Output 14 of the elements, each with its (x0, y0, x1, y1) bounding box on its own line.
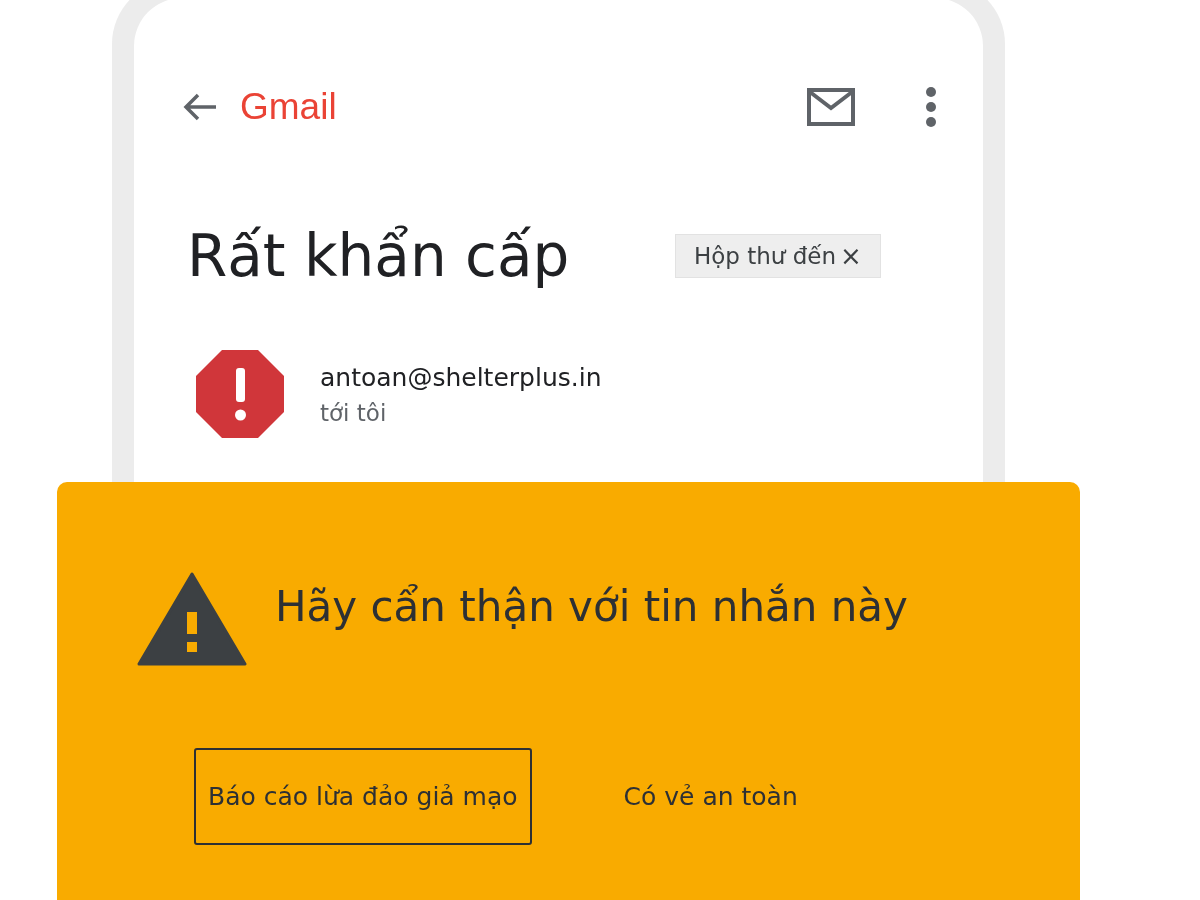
report-button[interactable]: Báo cáo lừa đảo giả mạo (194, 748, 532, 845)
remove-label-button[interactable]: × (840, 241, 862, 271)
more-options-icon[interactable] (925, 87, 937, 127)
warning-octagon-icon (196, 350, 284, 438)
mail-icon[interactable] (807, 88, 855, 126)
safe-button[interactable]: Có vẻ an toàn (619, 750, 802, 843)
back-arrow-icon[interactable] (182, 92, 218, 122)
recipient-text: tới tôi (320, 399, 388, 426)
label-chip[interactable]: Hộp thư đến× (675, 234, 881, 278)
email-subject: Rất khẩn cấp (187, 222, 571, 290)
app-logo: Gmail (240, 86, 337, 128)
warning-title: Hãy cẩn thận với tin nhắn này (275, 581, 908, 631)
warning-triangle-icon (137, 572, 247, 666)
sender-email: antoan@shelterplus.in (320, 362, 602, 392)
